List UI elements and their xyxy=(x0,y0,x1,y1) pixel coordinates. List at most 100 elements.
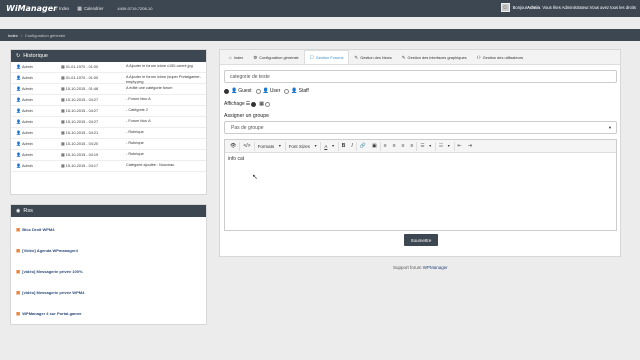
nav-calendar[interactable]: ▦ Calendrier xyxy=(77,6,103,12)
align-center-icon[interactable]: ≡ xyxy=(390,142,399,151)
user-rights: Vous avez tous les droits xyxy=(589,5,636,10)
indent-icon[interactable]: ⇥ xyxy=(465,142,475,151)
rss-bullet-icon: ▣ xyxy=(16,247,21,253)
user-icon: 👤 xyxy=(16,163,21,168)
rss-item-label: WPManager 4 sur Portal-gamer xyxy=(22,311,82,316)
user-box[interactable]: ☺ Bonjour Admin . Vous êtes Administrate… xyxy=(500,3,636,12)
italic-button[interactable]: I xyxy=(348,141,357,151)
history-user: 👤 Admin xyxy=(11,97,61,102)
group-select[interactable]: Pas de groupe ▼ xyxy=(224,121,617,134)
rss-item-label: [vidéo] Messagerie privée WPM4 xyxy=(22,290,85,295)
history-date: ▦ 15-10-2015 - 04:19 xyxy=(61,152,126,157)
chevron-down-icon: ▼ xyxy=(331,144,335,148)
calendar-icon: ▦ xyxy=(61,75,65,80)
history-user: 👤 Admin xyxy=(11,141,61,146)
view-icon[interactable]: 👁 xyxy=(227,141,241,151)
user-role: . Vous êtes Administrateur. xyxy=(540,5,590,10)
history-date-label: 15-10-2015 - 04:27 xyxy=(65,108,99,113)
radio-staff-label: Staff xyxy=(298,88,309,94)
radio-user-label: User xyxy=(269,88,281,94)
code-icon[interactable]: </> xyxy=(240,141,255,151)
rss-item[interactable]: ▣ [vidéo] Messagerie privée WPM4 xyxy=(11,282,206,303)
radio-list-view[interactable] xyxy=(251,101,257,107)
bullet-list-icon[interactable]: ☰ ▼ xyxy=(417,141,436,151)
category-title-input[interactable]: categorie de teste xyxy=(224,70,617,83)
font-sizes-label: Font Sizes xyxy=(288,143,310,149)
history-user-label: Admin xyxy=(21,86,33,91)
rss-item-label: Bloc Droit WPM4 xyxy=(22,227,55,232)
submit-button[interactable]: Soumettre xyxy=(404,234,438,246)
user-icon: 👤 xyxy=(291,88,298,94)
history-row: 👤 Admin ▦ 15-10-2015 - 04:27- Forum bloc A xyxy=(11,117,206,128)
top-navbar: WiManager ⌂ Index ▦ Calendrier 4409-0719… xyxy=(0,0,640,17)
rss-item[interactable]: ▣ [Vidéo] Agenda WPmanager4 xyxy=(11,240,206,261)
radio-guest-label: Guest xyxy=(238,88,252,94)
align-left-icon[interactable]: ≡ xyxy=(381,142,390,151)
history-user-label: Admin xyxy=(21,75,33,80)
tab-gestion-des-news[interactable]: ✎ Gestion des News xyxy=(349,51,396,64)
nav-index[interactable]: ⌂ Index xyxy=(54,6,69,12)
history-title: Historique xyxy=(23,53,48,59)
formats-dropdown[interactable]: Formats ▼ xyxy=(255,141,286,151)
numbered-list-icon[interactable]: ☷ ▼ xyxy=(436,141,455,151)
link-icon[interactable]: 🔗 xyxy=(357,142,369,151)
radio-grid-view[interactable] xyxy=(264,101,270,107)
breadcrumb-current: Configuration générale xyxy=(24,32,66,38)
tab-index[interactable]: ⌂ Index xyxy=(224,51,248,64)
tab-configuration-g-n-rale[interactable]: ⚙ Configuration générale xyxy=(248,51,303,64)
radio-staff[interactable]: 👤 Staff xyxy=(284,88,309,94)
support-footer: Support forum WPManager xyxy=(393,265,448,270)
radio-guest[interactable]: 👤 Guest xyxy=(224,88,252,94)
image-icon[interactable]: ▣ xyxy=(369,141,381,151)
rss-bullet-icon: ▣ xyxy=(16,289,21,295)
history-date-label: 15-10-2015 - 04:21 xyxy=(65,130,99,135)
tab-gestion-des-interfaces-graphiques[interactable]: ✎ Gestion des interfaces graphiques xyxy=(397,51,472,64)
editor-content[interactable]: info cat xyxy=(225,153,616,165)
history-user: 👤 Admin xyxy=(11,119,61,124)
history-action: A édité une catégorie forum xyxy=(126,86,173,90)
user-icon: 👤 xyxy=(262,88,269,94)
history-user-label: Admin xyxy=(21,97,33,102)
support-link[interactable]: WPManager xyxy=(423,265,448,270)
history-header: ↻ Historique xyxy=(11,50,206,62)
users-icon: ⚇ xyxy=(476,54,481,60)
list-view-icon: ☰ xyxy=(245,101,251,107)
rss-bullet-icon: ▣ xyxy=(16,226,21,232)
user-icon: 👤 xyxy=(16,97,21,102)
pencil-icon: ✎ xyxy=(354,54,359,60)
radio-button[interactable] xyxy=(255,88,261,94)
align-right-icon[interactable]: ≡ xyxy=(399,142,408,151)
rss-bullet-icon: ▣ xyxy=(16,268,21,274)
history-date-label: 15-10-2015 - 04:27 xyxy=(65,119,99,124)
history-date: ▦ 01-01-1970 - 01:00 xyxy=(61,75,126,80)
radio-button[interactable] xyxy=(224,88,229,94)
calendar-icon: ▦ xyxy=(61,108,65,113)
history-row: 👤 Admin ▦ 15-10-2015 - 04:20- Rubrique xyxy=(11,139,206,150)
history-action: A Ajouter le forum icône (super Portalga… xyxy=(126,75,201,84)
history-user: 👤 Admin xyxy=(11,86,61,91)
rss-item[interactable]: ▣ WPManager 4 sur Portal-gamer xyxy=(11,303,206,324)
history-icon: ↻ xyxy=(16,53,21,59)
outdent-icon[interactable]: ⇤ xyxy=(455,142,465,151)
brand-logo[interactable]: WiManager xyxy=(6,4,57,13)
history-user: 👤 Admin xyxy=(11,75,61,80)
font-color-button[interactable]: A ▼ xyxy=(321,141,339,151)
radio-user[interactable]: 👤 User xyxy=(255,88,281,94)
history-action: - Forum bloc A xyxy=(126,97,151,101)
user-icon: 👤 xyxy=(16,152,21,157)
history-date: ▦ 15-10-2015 - 04:17 xyxy=(61,163,126,168)
user-name: Admin xyxy=(527,5,541,10)
bold-button[interactable]: B xyxy=(339,142,349,151)
radio-button[interactable] xyxy=(284,88,290,94)
rss-item[interactable]: ▣ Bloc Droit WPM4 xyxy=(11,219,206,240)
align-justify-icon[interactable]: ≡ xyxy=(408,141,418,151)
rss-item[interactable]: ▣ [vidéo] Messagerie privée 100% xyxy=(11,261,206,282)
rss-item-label: [vidéo] Messagerie privée 100% xyxy=(22,269,83,274)
font-sizes-dropdown[interactable]: Font Sizes ▼ xyxy=(286,141,322,151)
history-date: ▦ 15-10-2015 - 04:20 xyxy=(61,141,126,146)
breadcrumb-home[interactable]: Index xyxy=(8,33,18,38)
tab-gestion-des-utilisateurs[interactable]: ⚇ Gestion des utilisateurs xyxy=(472,51,529,64)
history-user: 👤 Admin xyxy=(11,130,61,135)
rich-text-editor[interactable]: 👁 </> Formats ▼ Font Sizes ▼ A ▼ B I 🔗 ▣… xyxy=(224,139,617,231)
tab-gestion-forums[interactable]: ☐ Gestion Forums xyxy=(303,50,350,64)
